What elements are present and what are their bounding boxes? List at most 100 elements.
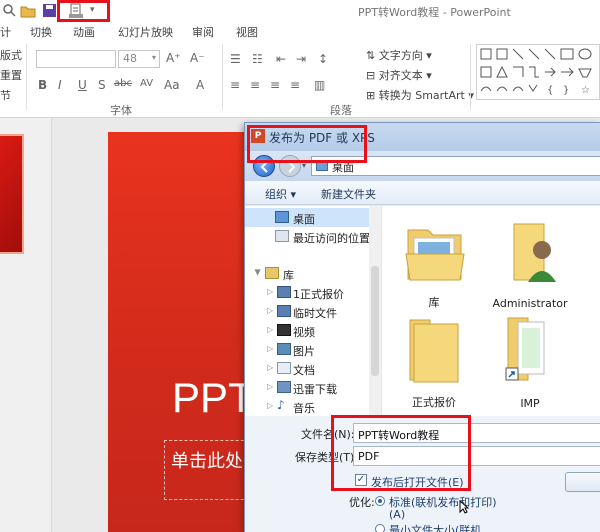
shortcut-folder-icon (505, 317, 545, 381)
organize-button[interactable]: 组织 ▾ (265, 186, 296, 202)
slide-title[interactable]: PPT (172, 374, 254, 422)
nav-label: 文档 (293, 364, 315, 377)
new-folder-button[interactable]: 新建文件夹 (321, 186, 376, 202)
file-item-imp[interactable]: IMP (490, 310, 570, 410)
scrollbar-thumb[interactable] (371, 266, 379, 376)
columns-icon[interactable]: ▥ (314, 78, 325, 92)
subtitle-text: 单击此处 (171, 451, 243, 472)
change-case-button[interactable]: Aa (164, 78, 180, 92)
justify-icon[interactable]: ≡ (290, 78, 300, 92)
video-library-icon (277, 324, 291, 336)
nav-item-desktop[interactable]: 桌面 (245, 208, 369, 227)
title-bar: ▾ PPT转Word教程 - PowerPoint (0, 0, 600, 22)
line-spacing-icon[interactable]: ↕ (318, 52, 328, 66)
ribbon-separator (470, 44, 471, 110)
nav-item-folder1[interactable]: ▷ 1正式报价 (245, 283, 369, 302)
highlight-filename-box (331, 415, 471, 491)
nav-item-recent[interactable]: 最近访问的位置 (245, 227, 370, 246)
tab-design[interactable]: 计 (0, 24, 11, 40)
nav-item-pictures[interactable]: ▷ 图片 (245, 340, 369, 359)
expand-arrow-icon[interactable]: ▷ (267, 306, 273, 315)
italic-button[interactable]: I (58, 78, 62, 92)
optimize-label: 优化: (349, 496, 375, 509)
font-name-box[interactable] (36, 50, 116, 68)
save-icon[interactable] (42, 3, 58, 19)
library-folder-icon (405, 229, 465, 281)
font-color-button[interactable]: A (196, 78, 204, 92)
expand-arrow-icon[interactable]: ▷ (267, 382, 273, 391)
ribbon-tabs: 计 切换 动画 幻灯片放映 审阅 视图 (0, 22, 600, 40)
navigation-pane: 桌面 最近访问的位置 ▶ 库 ▷ 1正式报价 ▷ 临时文件 ▷ 视频 ▷ 图片 … (245, 206, 381, 416)
align-center-icon[interactable]: ≡ (250, 78, 260, 92)
expand-arrow-icon[interactable]: ▷ (267, 363, 273, 372)
download-library-icon (277, 381, 291, 393)
layout-button[interactable]: 版式 (0, 47, 22, 63)
text-direction-button[interactable]: ⇅ 文字方向 ▾ (366, 47, 432, 63)
file-item-quote[interactable]: 正式报价 (394, 310, 474, 410)
convert-smartart-button[interactable]: ⊞ 转换为 SmartArt ▾ (366, 87, 474, 103)
optimize-standard-label: 标准(联机发布和打印) (389, 496, 497, 509)
align-left-icon[interactable]: ≡ (230, 78, 240, 92)
ribbon-separator (222, 44, 223, 110)
nav-item-library[interactable]: ▶ 库 (245, 264, 369, 283)
svg-text:}: } (563, 85, 569, 96)
file-item-library[interactable]: 库 (394, 210, 474, 310)
char-spacing-button[interactable]: AV (140, 78, 153, 89)
mouse-cursor-icon (459, 499, 470, 514)
library-icon (265, 267, 279, 279)
increase-indent-icon[interactable]: ⇥ (296, 52, 306, 66)
search-icon[interactable] (2, 3, 18, 19)
open-folder-icon[interactable] (20, 3, 36, 19)
tab-transitions[interactable]: 切换 (30, 24, 52, 40)
expand-arrow-icon[interactable]: ▷ (267, 325, 273, 334)
bullets-icon[interactable]: ☰ (230, 52, 241, 66)
align-right-icon[interactable]: ≡ (270, 78, 280, 92)
document-library-icon (277, 362, 291, 374)
dialog-command-bar: 组织 ▾ 新建文件夹 (245, 181, 600, 205)
file-label: 正式报价 (412, 396, 456, 409)
numbering-icon[interactable]: ☷ (252, 52, 263, 66)
grow-font-icon[interactable]: A⁺ (166, 51, 181, 65)
options-button[interactable] (565, 472, 600, 492)
section-button[interactable]: 节 (0, 87, 11, 103)
chevron-down-icon: ▾ (151, 53, 156, 62)
optimize-minimum-radio[interactable] (375, 524, 385, 532)
subtitle-placeholder[interactable]: 单击此处 (164, 440, 254, 500)
bold-button[interactable]: B (38, 78, 47, 92)
align-text-button[interactable]: ⊟ 对齐文本 ▾ (366, 67, 432, 83)
shrink-font-icon[interactable]: A⁻ (190, 51, 205, 65)
expand-arrow-icon[interactable]: ▶ (254, 269, 263, 275)
expand-arrow-icon[interactable]: ▷ (267, 401, 273, 410)
decrease-indent-icon[interactable]: ⇤ (276, 52, 286, 66)
underline-button[interactable]: U (78, 78, 87, 92)
font-size-box[interactable]: 48 ▾ (118, 50, 160, 68)
reset-button[interactable]: 重置 (0, 67, 22, 83)
music-note-icon: ♪ (277, 398, 285, 412)
strikethrough-button[interactable]: abc (114, 78, 132, 89)
tab-review[interactable]: 审阅 (192, 24, 214, 40)
shapes-icons: { } ☆ (480, 48, 592, 96)
shapes-gallery[interactable]: { } ☆ (476, 44, 600, 100)
nav-item-thunder[interactable]: ▷ 迅雷下载 (245, 378, 369, 397)
tab-slideshow[interactable]: 幻灯片放映 (118, 24, 173, 40)
optimize-minimum-label: 最小文件大小(联机 (389, 524, 482, 532)
text-direction-label: 文字方向 (378, 49, 423, 62)
nav-item-videos[interactable]: ▷ 视频 (245, 321, 369, 340)
expand-arrow-icon[interactable]: ▷ (267, 344, 273, 353)
tab-animations[interactable]: 动画 (73, 24, 95, 40)
nav-item-documents[interactable]: ▷ 文档 (245, 359, 369, 378)
optimize-standard-radio[interactable] (375, 496, 385, 506)
nav-scrollbar[interactable] (369, 206, 381, 416)
slide-thumbnail[interactable] (0, 134, 24, 254)
tab-view[interactable]: 视图 (236, 24, 258, 40)
nav-item-temp[interactable]: ▷ 临时文件 (245, 302, 369, 321)
shadow-button[interactable]: S (98, 78, 106, 92)
nav-label: 音乐 (293, 402, 315, 415)
file-item-administrator[interactable]: Administrator (490, 210, 570, 310)
recent-places-icon (275, 230, 289, 242)
picture-library-icon (277, 343, 291, 355)
expand-arrow-icon[interactable]: ▷ (267, 287, 273, 296)
nav-label: 桌面 (293, 213, 315, 226)
nav-label: 库 (283, 269, 294, 282)
nav-item-music[interactable]: ▷ ♪ 音乐 (245, 397, 369, 416)
